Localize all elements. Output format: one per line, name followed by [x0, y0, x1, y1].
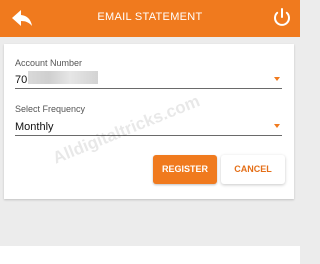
- power-icon: [274, 8, 290, 26]
- account-number-value[interactable]: 70: [15, 74, 27, 86]
- frequency-underline: [15, 135, 282, 136]
- account-number-underline: [15, 88, 282, 89]
- account-number-redaction: [28, 71, 98, 84]
- frequency-label: Select Frequency: [15, 104, 86, 114]
- frequency-select[interactable]: Monthly: [15, 121, 54, 133]
- cancel-button[interactable]: CANCEL: [221, 155, 285, 184]
- power-button[interactable]: [270, 6, 294, 30]
- page-title: EMAIL STATEMENT: [97, 11, 203, 23]
- account-number-label: Account Number: [15, 58, 83, 68]
- register-button[interactable]: REGISTER: [153, 155, 217, 184]
- email-statement-form: Account Number 70 Select Frequency Month…: [4, 44, 294, 199]
- account-dropdown-arrow-icon[interactable]: [274, 77, 280, 81]
- frequency-dropdown-arrow-icon[interactable]: [274, 124, 280, 128]
- bottom-panel: [0, 246, 300, 264]
- app-bar: EMAIL STATEMENT: [0, 0, 300, 37]
